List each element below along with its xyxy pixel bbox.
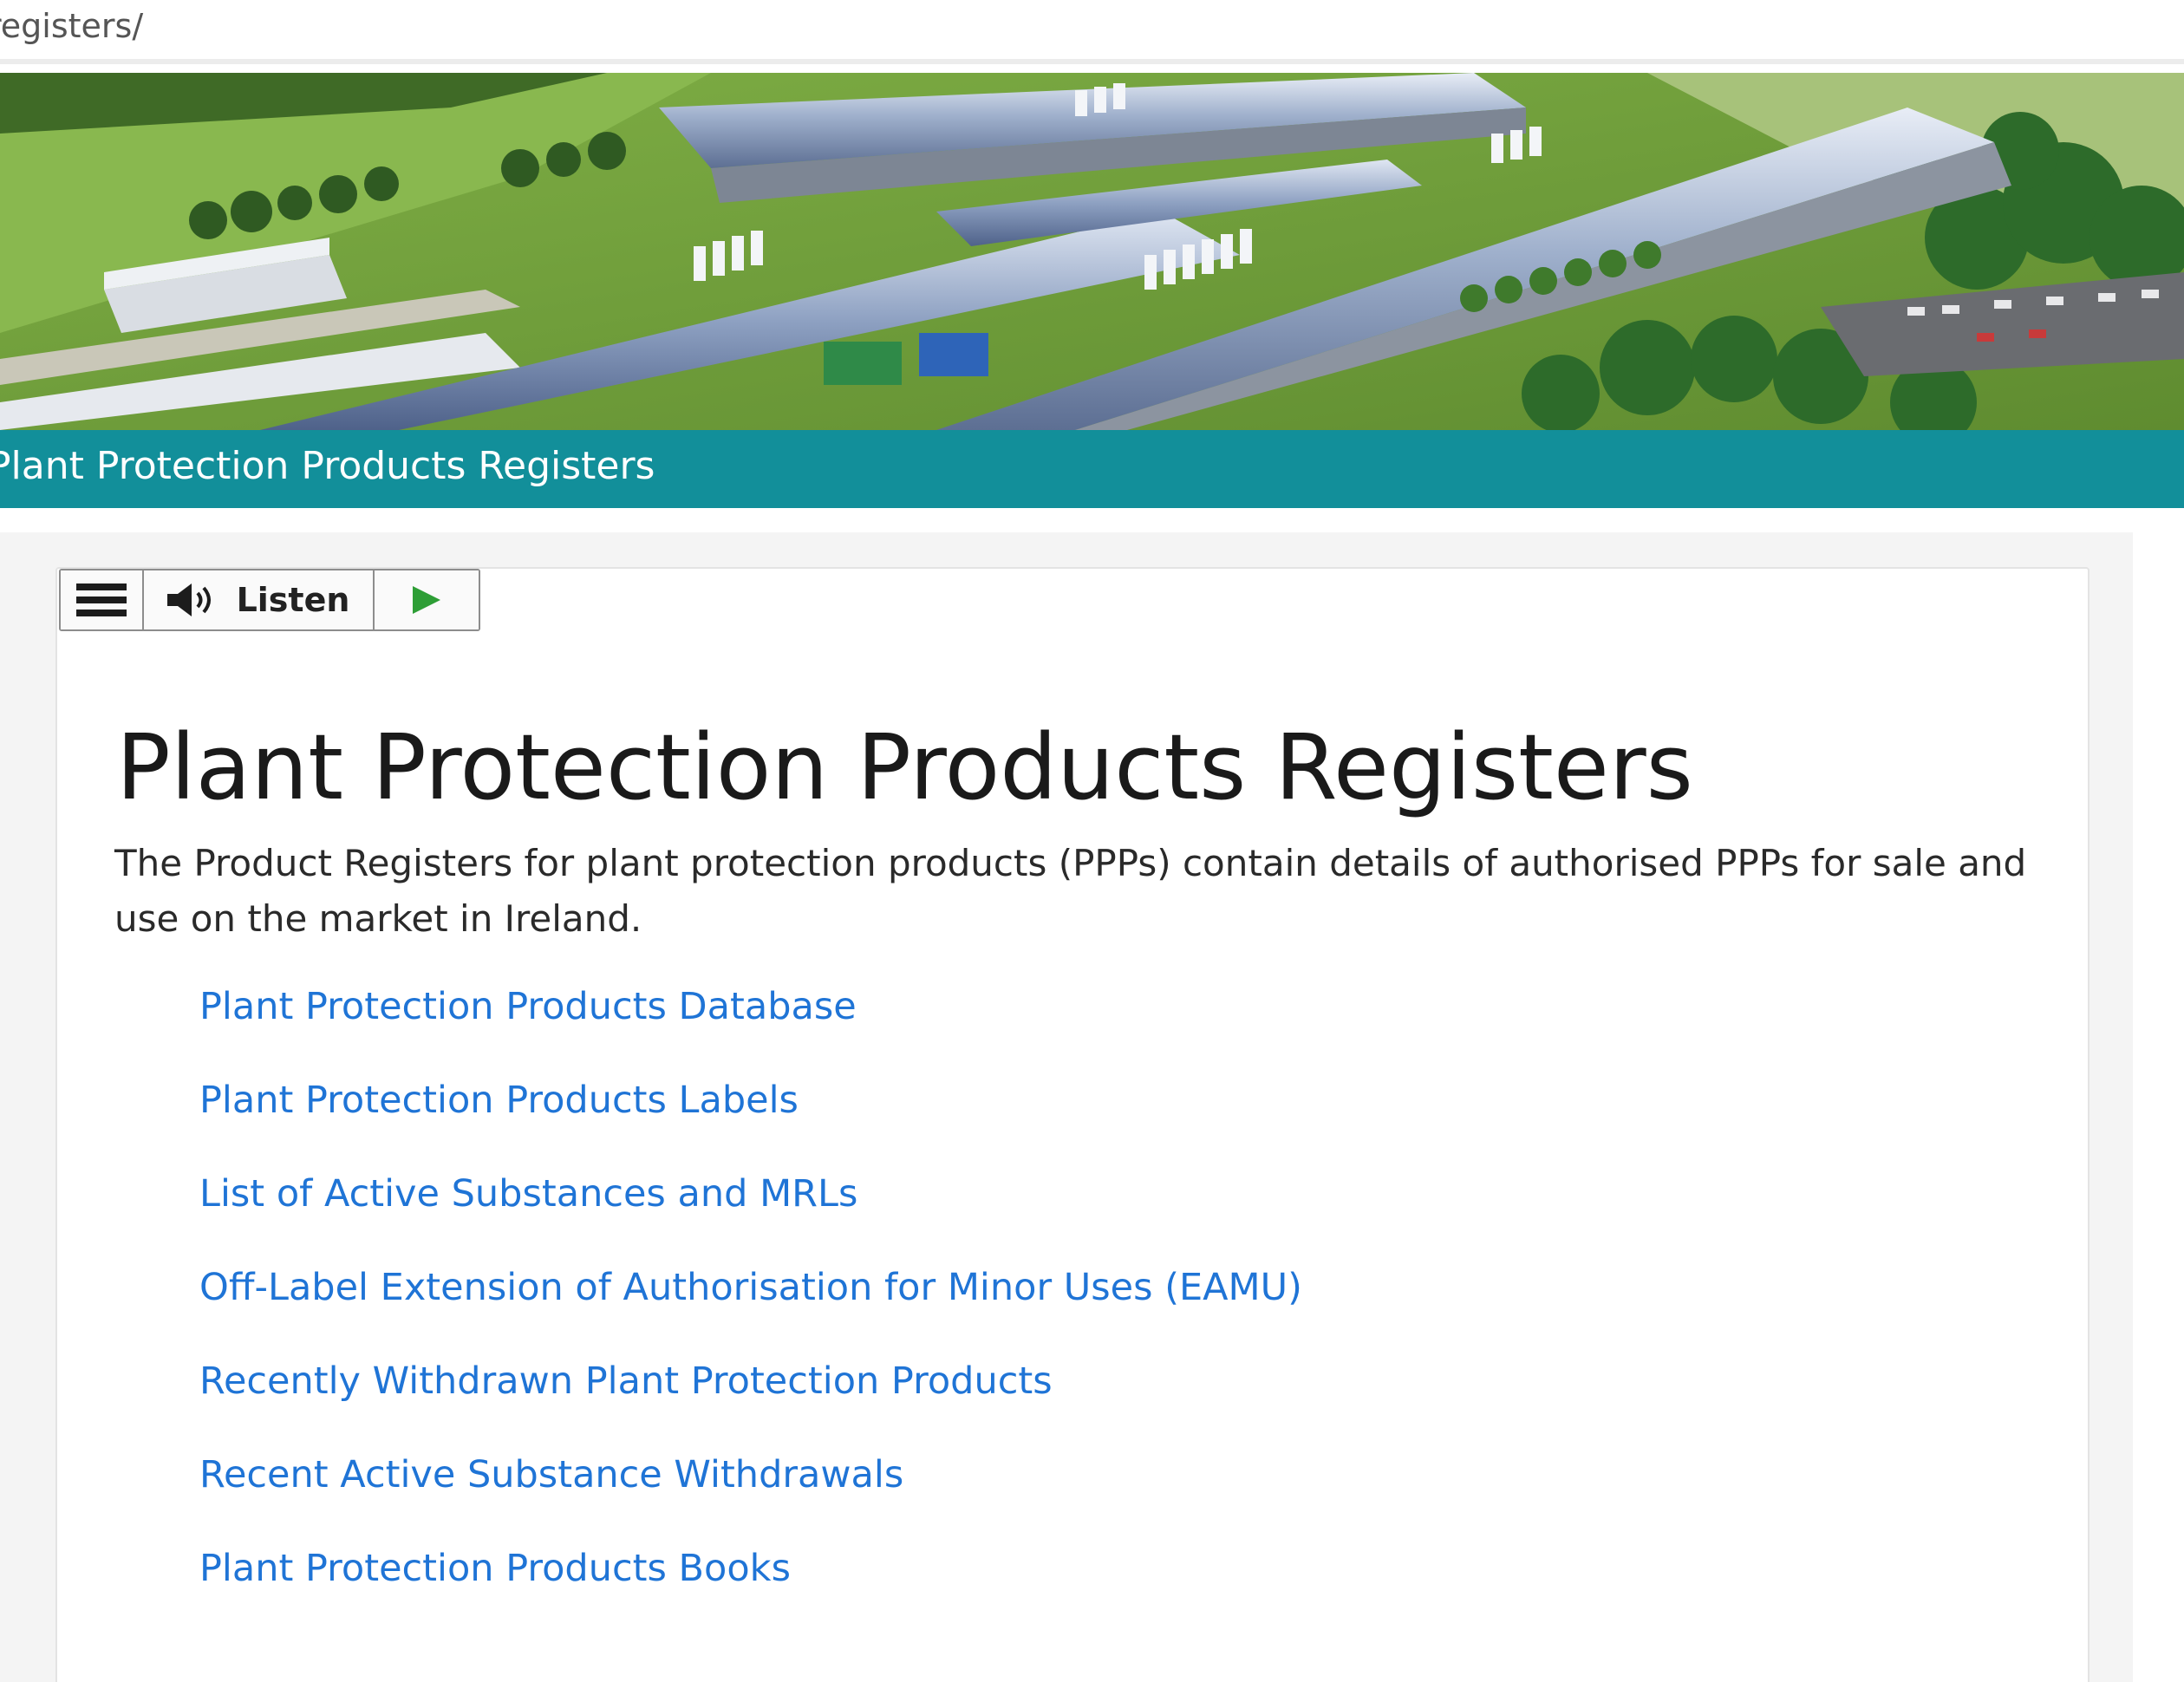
content-wrapper: Listen Plant Protection Products Registe… (0, 532, 2133, 1682)
speaker-icon (166, 583, 211, 616)
page-banner: Plant Protection Products Registers (0, 430, 2184, 508)
list-item: Plant Protection Products Labels (199, 1079, 1302, 1172)
link-ppp-books[interactable]: Plant Protection Products Books (199, 1547, 791, 1590)
link-active-substances-mrls[interactable]: List of Active Substances and MRLs (199, 1172, 857, 1216)
play-icon (413, 586, 440, 614)
aerial-campus-photo (0, 73, 2184, 430)
intro-paragraph: The Product Registers for plant protecti… (114, 842, 2027, 940)
listen-label: Listen (236, 581, 350, 619)
hero-image (0, 73, 2184, 430)
list-item: Recent Active Substance Withdrawals (199, 1453, 1302, 1547)
url-text: registers/ (0, 7, 144, 45)
page-title: Plant Protection Products Registers (116, 714, 1693, 820)
list-item: Off-Label Extension of Authorisation for… (199, 1266, 1302, 1359)
link-ppp-labels[interactable]: Plant Protection Products Labels (199, 1079, 799, 1122)
link-substance-withdrawals[interactable]: Recent Active Substance Withdrawals (199, 1453, 903, 1496)
play-button[interactable] (375, 570, 479, 629)
link-withdrawn-ppp[interactable]: Recently Withdrawn Plant Protection Prod… (199, 1359, 1053, 1403)
banner-title: Plant Protection Products Registers (0, 444, 655, 488)
list-item: Plant Protection Products Database (199, 985, 1302, 1079)
list-item: Plant Protection Products Books (199, 1547, 1302, 1640)
content-card: Listen Plant Protection Products Registe… (55, 567, 2089, 1682)
hamburger-menu-icon (76, 583, 127, 616)
list-item: Recently Withdrawn Plant Protection Prod… (199, 1359, 1302, 1453)
address-bar[interactable]: registers/ (0, 0, 2184, 64)
link-eamu[interactable]: Off-Label Extension of Authorisation for… (199, 1266, 1302, 1309)
link-ppp-database[interactable]: Plant Protection Products Database (199, 985, 857, 1028)
list-item: List of Active Substances and MRLs (199, 1172, 1302, 1266)
listen-button[interactable]: Listen (144, 570, 375, 629)
toolbar-menu-button[interactable] (61, 570, 144, 629)
register-links: Plant Protection Products Database Plant… (199, 985, 1302, 1640)
page: registers/ Plant Protection Products Reg… (0, 0, 2184, 1682)
listen-toolbar: Listen (59, 569, 480, 631)
